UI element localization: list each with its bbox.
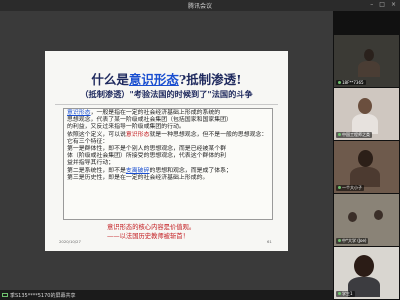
- window-title: 腾讯会议: [187, 3, 212, 10]
- slide-title-prefix: 什么是: [91, 72, 129, 87]
- participant-video: [354, 255, 374, 277]
- participant-tile[interactable]: 中*大学 (Joe): [334, 194, 399, 246]
- mic-icon: [338, 239, 341, 242]
- ideology-highlight: 意识形态: [125, 131, 150, 138]
- mic-icon: [338, 133, 341, 136]
- definition-line: 的思想和观念，而是成了体系；: [149, 167, 232, 174]
- definition-line: 它有三个特征：: [67, 138, 109, 145]
- fragmented-link[interactable]: 支离破碎: [126, 168, 150, 174]
- participant-tile[interactable]: 中国工程师之类: [334, 88, 399, 140]
- definition-line: 第二是系统性，即不是: [67, 167, 126, 174]
- core-values-note: 意识形态的核心内容是价值观。: [107, 224, 196, 231]
- participant-tile[interactable]: 学生1: [334, 247, 399, 299]
- screen-share-icon: [2, 293, 8, 297]
- presentation-slide: 什么是意识形态?抵制渗透! （抵制渗透）"考验法国的时候到了"法国的斗争 意识形…: [45, 51, 288, 251]
- screen-share-stage: 什么是意识形态?抵制渗透! （抵制渗透）"考验法国的时候到了"法国的斗争 意识形…: [0, 11, 333, 290]
- participant-video: [374, 210, 383, 220]
- participant-tile[interactable]: 18F**7365: [334, 35, 399, 87]
- slide-title-suffix: ?抵制渗透!: [178, 72, 242, 87]
- participant-name: 学生1: [336, 291, 355, 297]
- slide-page-number: 61: [267, 239, 272, 244]
- participant-tile[interactable]: 一个大小子: [334, 141, 399, 193]
- definition-line: 的利益，又反过来指导一阶级或集团的行动。: [67, 124, 185, 131]
- participant-video-body: [350, 167, 380, 187]
- participant-video: [358, 98, 372, 114]
- window-controls: – □ ×: [370, 1, 396, 8]
- participant-video: [348, 212, 357, 222]
- definition-line: 益并指导其行动；: [67, 160, 115, 167]
- share-status-bar: 季S135****5170的屏幕共享: [0, 290, 335, 300]
- participant-name: 中国工程师之类: [336, 132, 372, 138]
- mic-icon: [338, 81, 341, 84]
- definition-line: 依照这个定义，可以说: [67, 131, 126, 138]
- participant-video: [358, 150, 373, 167]
- slide-date: 2020/10/27: [59, 239, 81, 244]
- definition-line: 就是一种思想观念，但不是一般的思想观念：: [149, 131, 268, 138]
- slide-subtitle: （抵制渗透）"考验法国的时候到了"法国的斗争: [80, 89, 253, 99]
- ideology-link[interactable]: 意识形态: [67, 110, 91, 116]
- close-icon[interactable]: ×: [391, 1, 396, 8]
- definition-text: 意识形态，一般是指在一定的社会经济基础上形成的系统的 思想观念，代表了某一阶级或…: [67, 110, 270, 182]
- minimize-icon[interactable]: –: [370, 1, 373, 8]
- slide-title: 什么是意识形态?抵制渗透!: [45, 69, 288, 88]
- definition-line: ，一般是指在一定的社会经济基础上形成的系统的: [90, 110, 221, 116]
- teacher-note: ——以法国历史教师被斩首！: [107, 233, 189, 240]
- title-divider: [55, 104, 278, 105]
- definition-line: 第三是历史性，即是在一定的社会经济基础上形成的。: [67, 174, 209, 181]
- participant-name: 18F**7365: [336, 80, 366, 85]
- participant-name: 中*大学 (Joe): [336, 238, 369, 244]
- maximize-icon[interactable]: □: [379, 1, 385, 8]
- share-label: 季S135****5170的屏幕共享: [10, 292, 76, 299]
- participant-video-body: [358, 61, 380, 77]
- participant-panel: 18F**7365 中国工程师之类 一个大小子 中*大学 (Joe) 学生1: [333, 11, 400, 300]
- participant-name: 一个大小子: [336, 185, 364, 191]
- participant-video-body: [352, 114, 378, 134]
- slide-title-link[interactable]: 意识形态: [129, 72, 179, 87]
- mic-icon: [338, 292, 341, 295]
- mic-icon: [338, 186, 341, 189]
- window-titlebar: 腾讯会议 – □ ×: [0, 0, 400, 11]
- participant-video: [364, 49, 374, 61]
